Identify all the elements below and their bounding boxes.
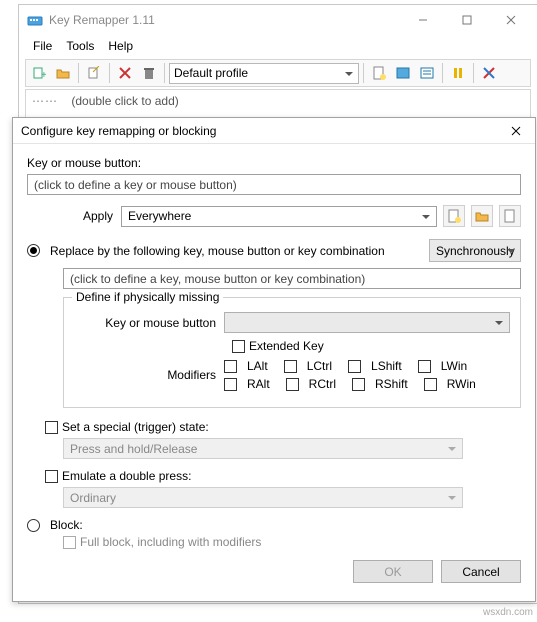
app-window-icon[interactable]	[392, 62, 414, 84]
menu-help[interactable]: Help	[102, 37, 139, 55]
missing-group: Define if physically missing Key or mous…	[63, 297, 521, 408]
profile-value: Default profile	[174, 66, 248, 80]
emulate-checkbox[interactable]	[45, 470, 58, 483]
titlebar: Key Remapper 1.11	[19, 5, 537, 35]
tree-collapse-icon: ⋯⋯	[32, 94, 58, 108]
settings-icon[interactable]	[478, 62, 500, 84]
maximize-button[interactable]	[445, 6, 489, 34]
dialog-close-button[interactable]	[501, 120, 531, 142]
mod-lctrl-checkbox[interactable]	[284, 360, 297, 373]
apply-value: Everywhere	[128, 209, 191, 223]
apply-label: Apply	[27, 209, 113, 223]
dialog-title: Configure key remapping or blocking	[21, 124, 501, 138]
block-radio[interactable]	[27, 519, 40, 532]
dialog-titlebar: Configure key remapping or blocking	[13, 118, 535, 144]
mod-lctrl-label: LCtrl	[307, 359, 332, 373]
emulate-label: Emulate a double press:	[62, 469, 191, 483]
emulate-select[interactable]: Ordinary	[63, 487, 463, 508]
profile-select[interactable]: Default profile	[169, 63, 359, 84]
sync-value: Synchronously	[436, 244, 515, 258]
mod-rwin-label: RWin	[447, 377, 476, 391]
emulate-value: Ordinary	[70, 491, 116, 505]
edit-icon[interactable]	[83, 62, 105, 84]
config-dialog: Configure key remapping or blocking Key …	[12, 117, 536, 602]
replace-radio[interactable]	[27, 244, 40, 257]
key-placeholder: (click to define a key or mouse button)	[34, 178, 237, 192]
menu-tools[interactable]: Tools	[60, 37, 100, 55]
mod-rshift-checkbox[interactable]	[352, 378, 365, 391]
km-label: Key or mouse button	[74, 316, 224, 330]
tree-hint: (double click to add)	[71, 94, 178, 108]
mod-lalt-label: LAlt	[247, 359, 268, 373]
menu-file[interactable]: File	[27, 37, 58, 55]
minimize-button[interactable]	[401, 6, 445, 34]
apply-doc-icon[interactable]	[499, 205, 521, 227]
special-state-select[interactable]: Press and hold/Release	[63, 438, 463, 459]
fullblock-checkbox[interactable]	[63, 536, 76, 549]
pause-icon[interactable]	[447, 62, 469, 84]
trash-icon[interactable]	[138, 62, 160, 84]
fullblock-label: Full block, including with modifiers	[80, 535, 261, 549]
mod-lshift-checkbox[interactable]	[348, 360, 361, 373]
window-title: Key Remapper 1.11	[49, 13, 401, 27]
list-icon[interactable]	[416, 62, 438, 84]
mod-lalt-checkbox[interactable]	[224, 360, 237, 373]
apply-new-icon[interactable]	[443, 205, 465, 227]
mod-ralt-checkbox[interactable]	[224, 378, 237, 391]
key-label: Key or mouse button:	[27, 156, 521, 170]
mod-rctrl-checkbox[interactable]	[286, 378, 299, 391]
combo-placeholder: (click to define a key, mouse button or …	[70, 272, 365, 286]
mod-lwin-label: LWin	[441, 359, 467, 373]
add-icon[interactable]: +	[28, 62, 50, 84]
missing-legend: Define if physically missing	[72, 290, 223, 304]
folder-icon[interactable]	[52, 62, 74, 84]
extended-key-checkbox[interactable]	[232, 340, 245, 353]
close-button[interactable]	[489, 6, 533, 34]
mod-rwin-checkbox[interactable]	[424, 378, 437, 391]
combo-define-field[interactable]: (click to define a key, mouse button or …	[63, 268, 521, 289]
mod-lwin-checkbox[interactable]	[418, 360, 431, 373]
mod-rctrl-label: RCtrl	[309, 377, 336, 391]
key-define-field[interactable]: (click to define a key or mouse button)	[27, 174, 521, 195]
special-state-value: Press and hold/Release	[70, 442, 197, 456]
km-select[interactable]	[224, 312, 510, 333]
mod-ralt-label: RAlt	[247, 377, 270, 391]
special-state-label: Set a special (trigger) state:	[62, 420, 209, 434]
mod-lshift-label: LShift	[371, 359, 402, 373]
special-state-checkbox[interactable]	[45, 421, 58, 434]
delete-icon[interactable]	[114, 62, 136, 84]
svg-text:+: +	[41, 70, 46, 80]
watermark: wsxdn.com	[483, 607, 533, 618]
block-label: Block:	[50, 518, 83, 532]
extended-key-label: Extended Key	[249, 339, 324, 353]
ok-button[interactable]: OK	[353, 560, 433, 583]
app-icon	[27, 12, 43, 28]
modifiers-label: Modifiers	[74, 368, 224, 382]
replace-label: Replace by the following key, mouse butt…	[50, 244, 385, 258]
menubar: File Tools Help	[19, 35, 537, 57]
toolbar: + Default profile	[25, 59, 531, 87]
new-doc-icon[interactable]	[368, 62, 390, 84]
sync-select[interactable]: Synchronously	[429, 239, 521, 262]
mod-rshift-label: RShift	[375, 377, 408, 391]
cancel-button[interactable]: Cancel	[441, 560, 521, 583]
apply-select[interactable]: Everywhere	[121, 206, 437, 227]
apply-browse-icon[interactable]	[471, 205, 493, 227]
